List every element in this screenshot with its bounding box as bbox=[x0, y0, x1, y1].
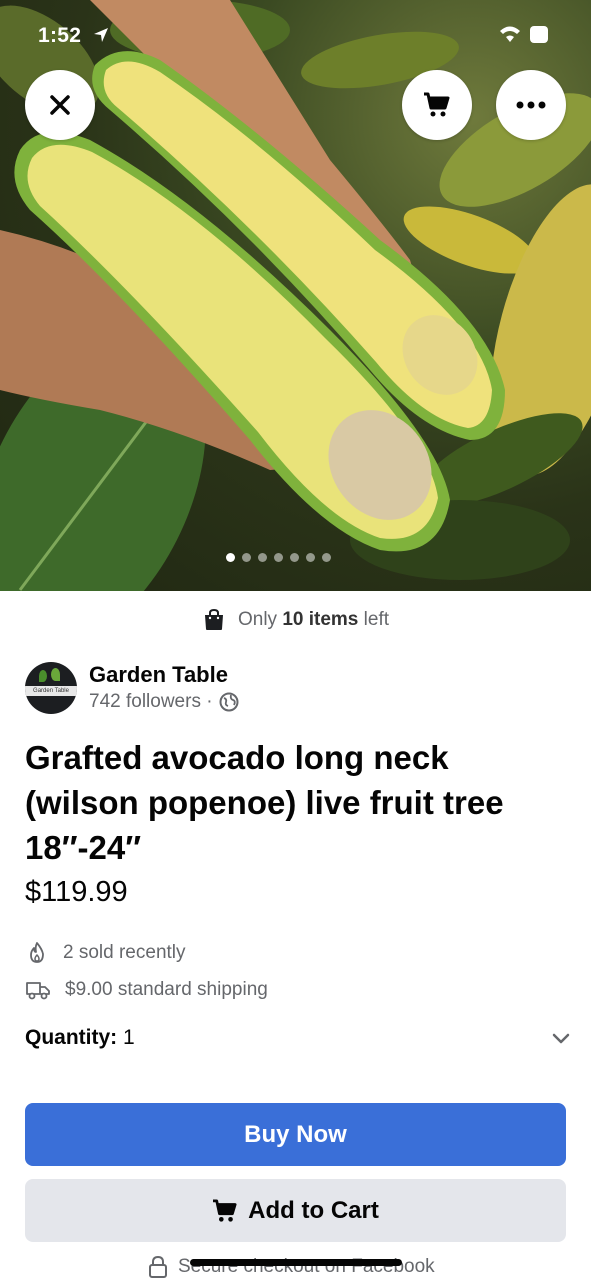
listing-price: $119.99 bbox=[25, 876, 128, 908]
shipping-info: $9.00 standard shipping bbox=[25, 979, 268, 1001]
quantity-label: Quantity: bbox=[25, 1026, 118, 1049]
buy-now-button[interactable]: Buy Now bbox=[25, 1103, 566, 1166]
avatar-label: Garden Table bbox=[25, 686, 77, 696]
add-to-cart-button[interactable]: Add to Cart bbox=[25, 1179, 566, 1242]
stock-prefix: Only bbox=[237, 609, 278, 630]
avatar[interactable]: Garden Table bbox=[25, 662, 77, 714]
status-bar: 1:52 bbox=[0, 0, 591, 70]
status-time: 1:52 bbox=[38, 24, 82, 47]
cart-icon bbox=[213, 1198, 237, 1222]
stock-suffix: left bbox=[363, 609, 390, 630]
wifi-icon bbox=[500, 26, 520, 42]
quantity-selector[interactable]: Quantity: 1 bbox=[25, 1026, 570, 1050]
close-button[interactable] bbox=[25, 70, 95, 140]
stock-notice: Only 10 items left bbox=[0, 608, 591, 632]
seller-name[interactable]: Garden Table bbox=[89, 661, 239, 689]
cart-icon bbox=[424, 92, 450, 117]
quantity-value: 1 bbox=[123, 1026, 135, 1049]
pagination-dot[interactable] bbox=[242, 553, 251, 562]
pagination-dot[interactable] bbox=[226, 553, 235, 562]
pagination-dot[interactable] bbox=[322, 553, 331, 562]
battery-icon bbox=[530, 26, 548, 43]
flame-icon bbox=[30, 942, 44, 963]
chevron-down-icon[interactable] bbox=[552, 1032, 570, 1044]
image-pagination[interactable] bbox=[226, 553, 331, 562]
shipping-text: $9.00 standard shipping bbox=[65, 979, 268, 1000]
pagination-dot[interactable] bbox=[258, 553, 267, 562]
shopping-bag-icon bbox=[204, 608, 223, 630]
close-icon bbox=[50, 95, 70, 115]
sold-recently: 2 sold recently bbox=[25, 941, 186, 965]
listing-title: Grafted avocado long neck (wilson popeno… bbox=[25, 739, 504, 866]
more-icon bbox=[516, 101, 546, 109]
more-options-button[interactable] bbox=[496, 70, 566, 140]
add-to-cart-label: Add to Cart bbox=[248, 1196, 379, 1224]
seller-followers: 742 followers · bbox=[89, 691, 213, 712]
home-indicator[interactable] bbox=[190, 1259, 402, 1266]
seller-info[interactable]: Garden Table Garden Table 742 followers … bbox=[25, 661, 239, 715]
sold-recently-text: 2 sold recently bbox=[63, 942, 186, 963]
pagination-dot[interactable] bbox=[274, 553, 283, 562]
globe-icon bbox=[219, 692, 239, 712]
location-arrow-icon bbox=[94, 28, 108, 42]
pagination-dot[interactable] bbox=[306, 553, 315, 562]
pagination-dot[interactable] bbox=[290, 553, 299, 562]
cart-button[interactable] bbox=[402, 70, 472, 140]
lock-icon bbox=[149, 1255, 167, 1278]
stock-count: 10 items bbox=[282, 609, 359, 630]
truck-icon bbox=[26, 982, 50, 1000]
product-image[interactable]: 1:52 bbox=[0, 0, 591, 591]
